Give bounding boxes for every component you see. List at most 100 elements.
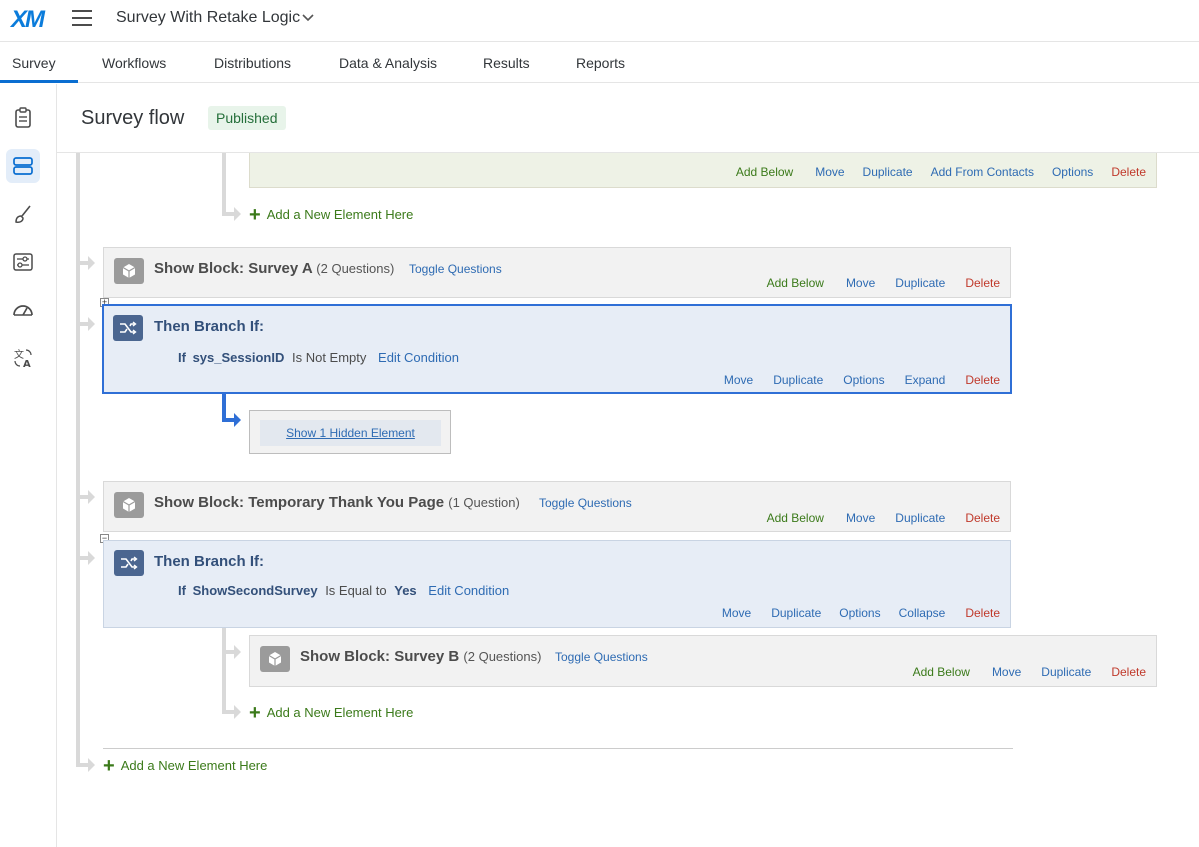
show-block-survey-b[interactable]: Show Block: Survey B (2 Questions) Toggl… xyxy=(249,635,1157,687)
add-below-button[interactable]: Add Below xyxy=(913,665,970,679)
flow-connector xyxy=(76,261,88,265)
expand-button[interactable]: Expand xyxy=(905,373,946,387)
flow-arrow xyxy=(234,413,241,427)
delete-button[interactable]: Delete xyxy=(965,606,1000,620)
add-new-element-link[interactable]: + Add a New Element Here xyxy=(249,204,413,227)
collapse-button[interactable]: Collapse xyxy=(899,606,946,620)
show-hidden-element-button[interactable]: Show 1 Hidden Element xyxy=(260,420,441,446)
add-below-button[interactable]: Add Below xyxy=(736,165,793,179)
branch-title: Then Branch If: xyxy=(154,553,265,570)
dashboard-gauge-icon[interactable] xyxy=(6,293,40,327)
flow-connector xyxy=(76,763,88,767)
paintbrush-icon[interactable] xyxy=(6,197,40,231)
branch-actions: Move Duplicate Options Expand Delete xyxy=(724,373,1000,387)
svg-text:A: A xyxy=(23,359,31,369)
divider xyxy=(103,748,1013,749)
tab-distributions[interactable]: Distributions xyxy=(214,55,291,71)
hidden-element-container: Show 1 Hidden Element xyxy=(249,410,451,454)
block-actions: Add Below Move Duplicate Delete xyxy=(767,276,1000,290)
branch-show-second-survey[interactable]: Then Branch If: If ShowSecondSurvey Is E… xyxy=(103,540,1011,628)
duplicate-button[interactable]: Duplicate xyxy=(1041,665,1091,679)
flow-connector xyxy=(222,212,234,216)
block-actions: Add Below Move Duplicate Delete xyxy=(913,665,1146,679)
add-below-button[interactable]: Add Below xyxy=(767,511,824,525)
hamburger-menu-icon[interactable] xyxy=(72,10,92,26)
block-cube-icon xyxy=(114,258,144,284)
duplicate-button[interactable]: Duplicate xyxy=(895,511,945,525)
survey-title[interactable]: Survey With Retake Logic xyxy=(116,9,300,27)
flow-arrow xyxy=(88,758,95,772)
move-button[interactable]: Move xyxy=(724,373,753,387)
left-rail: 文A xyxy=(0,84,57,847)
branch-sys-sessionid[interactable]: Then Branch If: If sys_SessionID Is Not … xyxy=(102,304,1012,394)
tab-workflows[interactable]: Workflows xyxy=(102,55,166,71)
flow-arrow xyxy=(234,207,241,221)
move-button[interactable]: Move xyxy=(846,511,875,525)
move-button[interactable]: Move xyxy=(846,276,875,290)
branch-title: Then Branch If: xyxy=(154,318,265,335)
block-actions: Add Below Move Duplicate Delete xyxy=(767,511,1000,525)
flow-arrow xyxy=(88,256,95,270)
flow-arrow xyxy=(88,551,95,565)
toggle-questions-link[interactable]: Toggle Questions xyxy=(555,650,648,664)
edit-condition-link[interactable]: Edit Condition xyxy=(428,583,509,598)
tab-survey[interactable]: Survey xyxy=(12,55,56,71)
flow-connector xyxy=(76,322,88,326)
move-button[interactable]: Move xyxy=(992,665,1021,679)
add-from-contacts-button[interactable]: Add From Contacts xyxy=(931,165,1034,179)
branch-icon xyxy=(113,315,143,341)
flow-arrow xyxy=(88,490,95,504)
tab-reports[interactable]: Reports xyxy=(576,55,625,71)
delete-button[interactable]: Delete xyxy=(965,276,1000,290)
add-below-button[interactable]: Add Below xyxy=(767,276,824,290)
delete-button[interactable]: Delete xyxy=(1111,165,1146,179)
flow-connector xyxy=(222,710,234,714)
block-title: Show Block: Survey A (2 Questions) xyxy=(154,260,395,277)
show-block-survey-a[interactable]: Show Block: Survey A (2 Questions) Toggl… xyxy=(103,247,1011,298)
survey-flow-icon[interactable] xyxy=(6,149,40,183)
duplicate-button[interactable]: Duplicate xyxy=(863,165,913,179)
flow-connector xyxy=(222,418,234,422)
branch-condition: If sys_SessionID Is Not Empty Edit Condi… xyxy=(178,350,459,365)
move-button[interactable]: Move xyxy=(722,606,751,620)
delete-button[interactable]: Delete xyxy=(1111,665,1146,679)
flow-trunk-line xyxy=(76,153,80,767)
flow-connector xyxy=(222,650,234,654)
status-badge: Published xyxy=(208,106,286,130)
options-button[interactable]: Options xyxy=(843,373,884,387)
branch-icon xyxy=(114,550,144,576)
duplicate-button[interactable]: Duplicate xyxy=(895,276,945,290)
branch-actions: Move Duplicate Options Collapse Delete xyxy=(722,606,1000,620)
add-new-element-link[interactable]: + Add a New Element Here xyxy=(249,702,413,725)
clipboard-icon[interactable] xyxy=(6,101,40,135)
options-button[interactable]: Options xyxy=(839,606,880,620)
xm-logo[interactable]: XM xyxy=(11,6,45,34)
top-element-actions: Add Below Move Duplicate Add From Contac… xyxy=(736,165,1146,179)
block-cube-icon xyxy=(260,646,290,672)
block-cube-icon xyxy=(114,492,144,518)
tab-data-analysis[interactable]: Data & Analysis xyxy=(339,55,437,71)
tab-results[interactable]: Results xyxy=(483,55,530,71)
move-button[interactable]: Move xyxy=(815,165,844,179)
toggle-questions-link[interactable]: Toggle Questions xyxy=(409,262,502,276)
flow-arrow xyxy=(234,705,241,719)
delete-button[interactable]: Delete xyxy=(965,511,1000,525)
page-title: Survey flow xyxy=(81,107,185,129)
chevron-down-icon[interactable] xyxy=(302,11,314,26)
delete-button[interactable]: Delete xyxy=(965,373,1000,387)
block-title: Show Block: Survey B (2 Questions) xyxy=(300,648,542,665)
flow-arrow xyxy=(88,317,95,331)
toggle-questions-link[interactable]: Toggle Questions xyxy=(539,496,632,510)
edit-condition-link[interactable]: Edit Condition xyxy=(378,350,459,365)
show-block-thank-you[interactable]: Show Block: Temporary Thank You Page (1 … xyxy=(103,481,1011,532)
duplicate-button[interactable]: Duplicate xyxy=(771,606,821,620)
survey-options-icon[interactable] xyxy=(6,245,40,279)
flow-nested-line xyxy=(222,628,226,714)
top-flow-element: Add Below Move Duplicate Add From Contac… xyxy=(249,153,1157,188)
block-title: Show Block: Temporary Thank You Page (1 … xyxy=(154,494,520,511)
top-header: XM Survey With Retake Logic xyxy=(0,0,1199,42)
add-new-element-link[interactable]: + Add a New Element Here xyxy=(103,755,267,778)
options-button[interactable]: Options xyxy=(1052,165,1093,179)
duplicate-button[interactable]: Duplicate xyxy=(773,373,823,387)
translate-icon[interactable]: 文A xyxy=(6,341,40,375)
